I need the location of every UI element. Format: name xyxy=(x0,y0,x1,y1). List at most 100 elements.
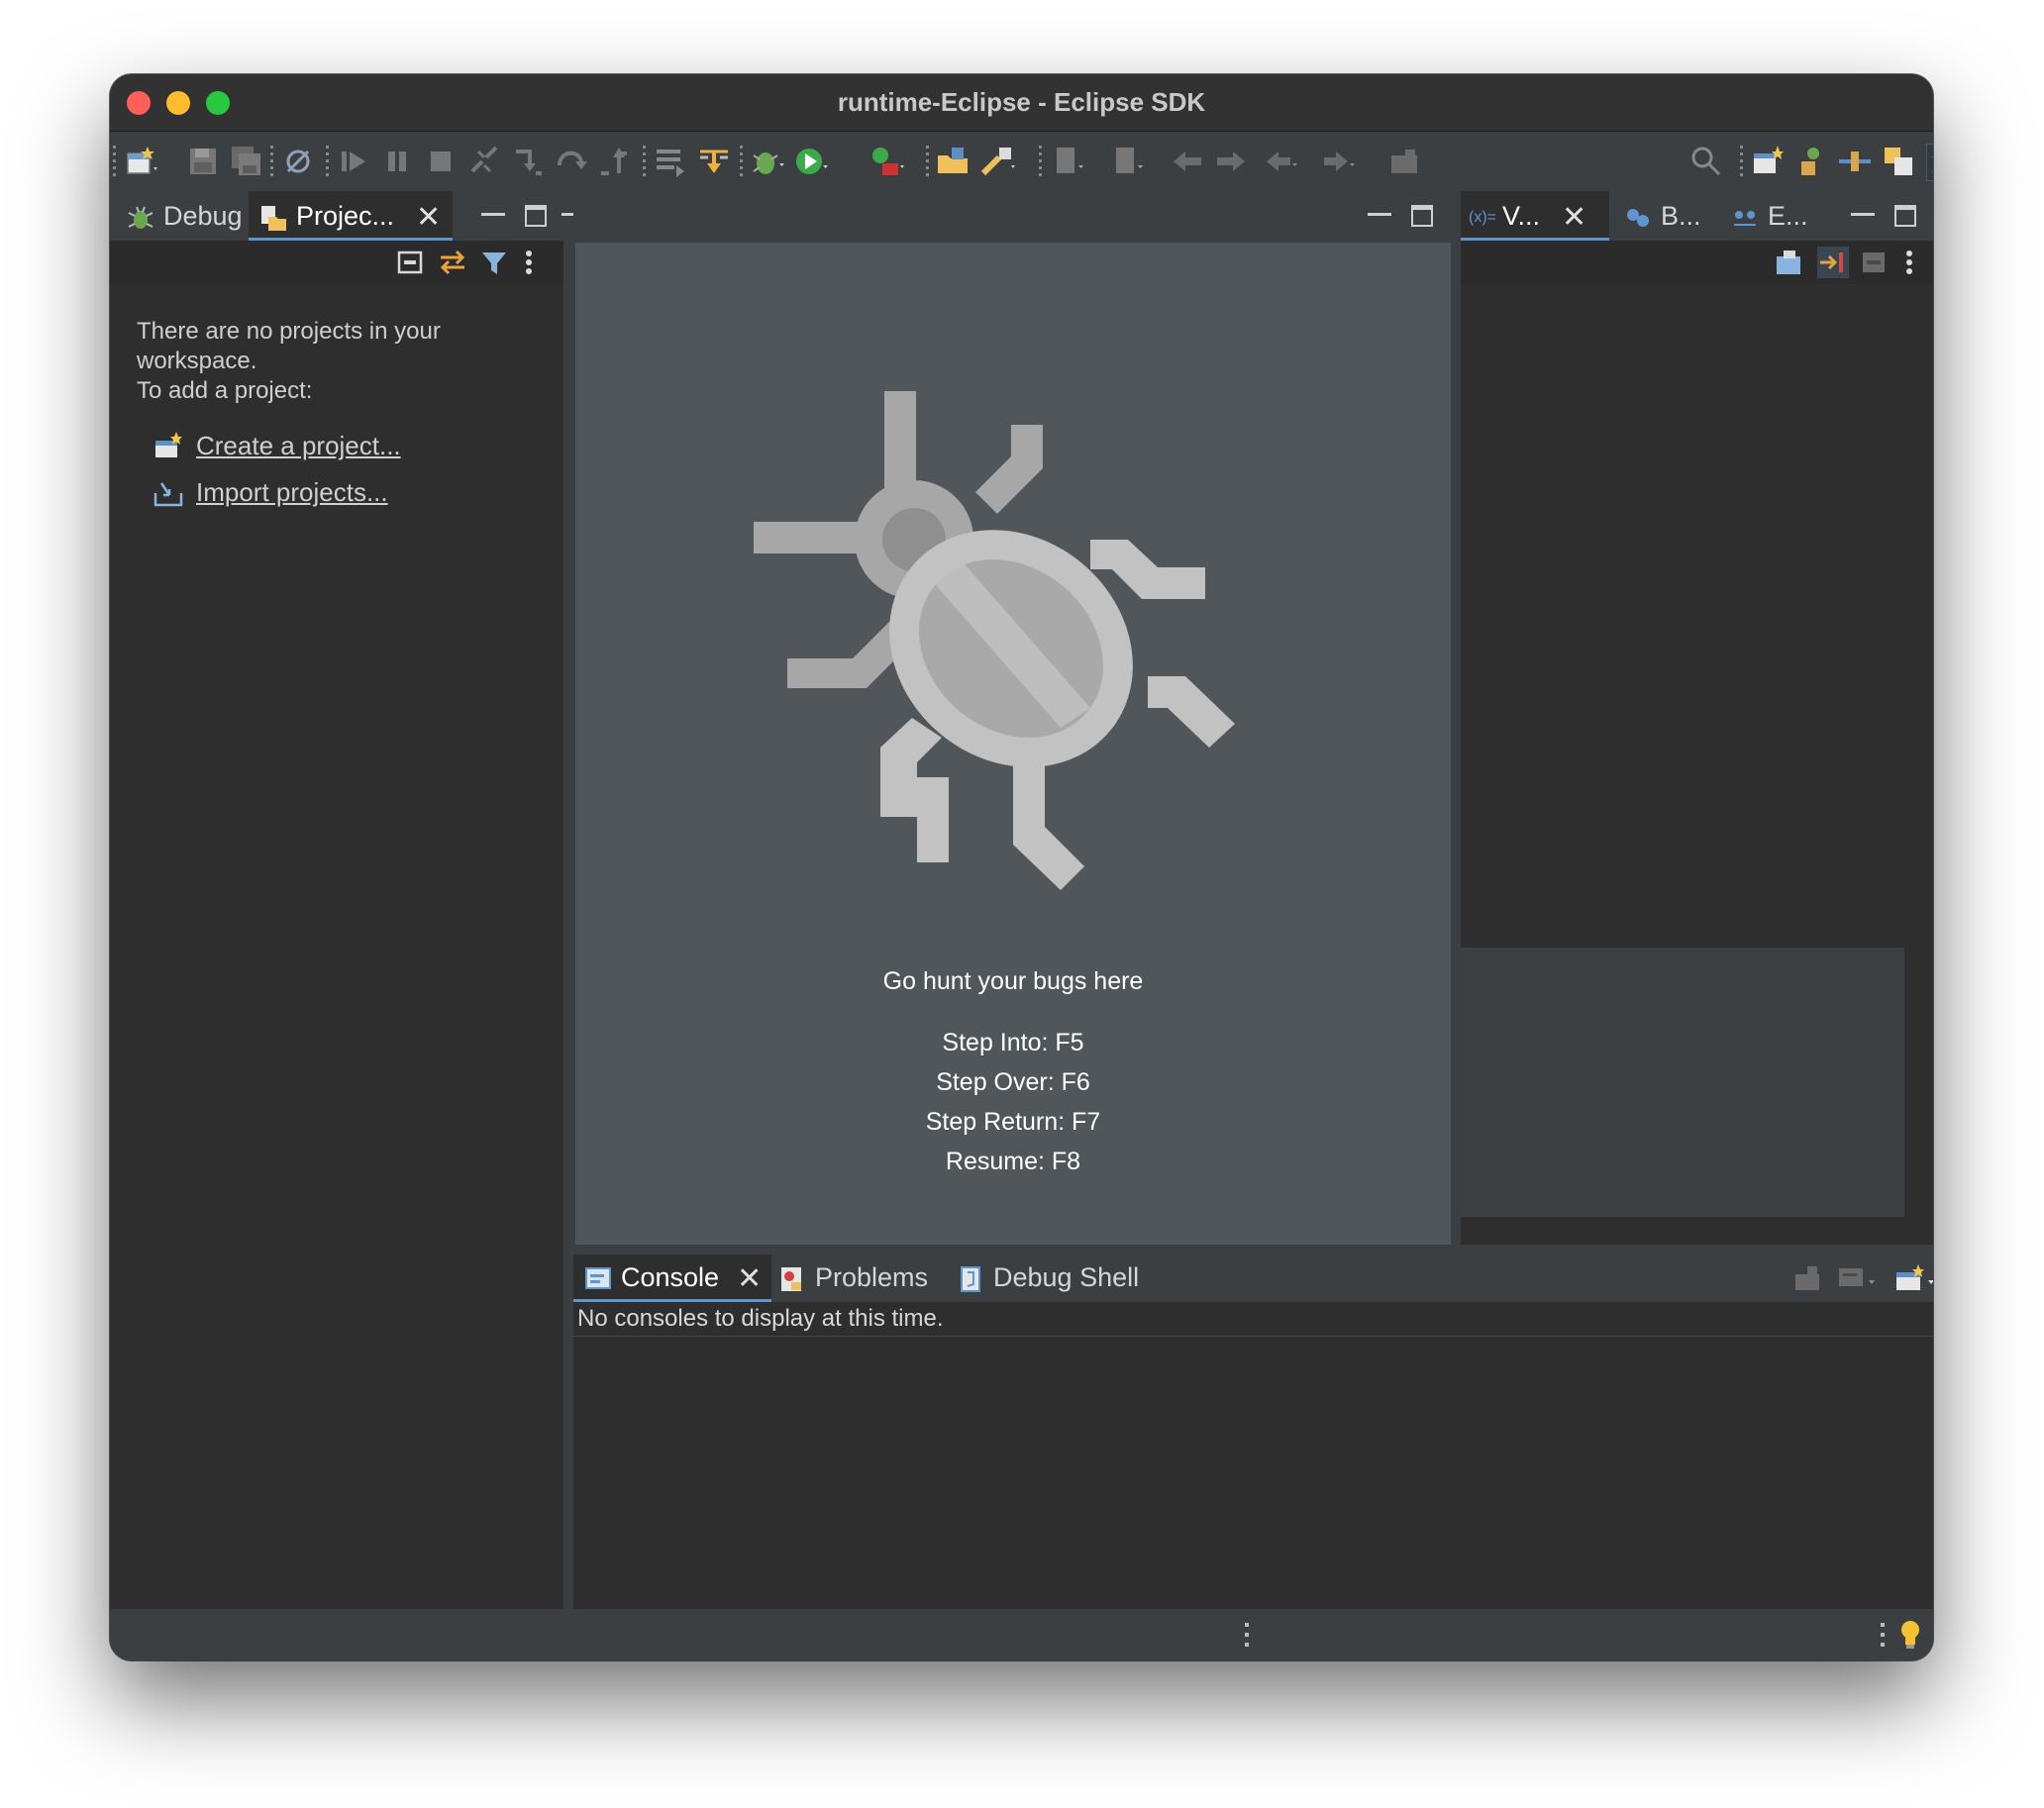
view-menu-icon[interactable] xyxy=(1902,247,1916,278)
toolbar-grip xyxy=(113,146,116,177)
tab-console[interactable]: Console ✕ xyxy=(573,1255,772,1302)
variable-details-pane xyxy=(1461,948,1904,1217)
open-task-icon[interactable] xyxy=(979,144,1015,179)
tab-expressions[interactable]: E... xyxy=(1724,191,1814,241)
right-panel-tabbar: (x)= V... ✕ B... E... xyxy=(1461,191,1933,241)
java-perspective-icon[interactable] xyxy=(1881,144,1916,179)
save-icon[interactable] xyxy=(185,144,221,179)
message-line: To add a project: xyxy=(137,377,313,404)
forward-edit-location-icon[interactable] xyxy=(1213,144,1249,179)
collapse-all-icon[interactable] xyxy=(1817,247,1849,278)
tab-variables[interactable]: (x)= V... ✕ xyxy=(1461,191,1609,241)
new-wizard-icon[interactable] xyxy=(124,144,159,179)
drop-to-frame-icon[interactable] xyxy=(653,144,688,179)
back-icon[interactable] xyxy=(1263,144,1298,179)
view-menu-icon[interactable] xyxy=(522,247,536,278)
status-grip-icon[interactable] xyxy=(1243,1623,1251,1649)
tab-label: Console xyxy=(621,1262,720,1292)
debug-shell-icon xyxy=(961,1265,980,1292)
shortcut-step-into: Step Into: F5 xyxy=(942,1029,1084,1056)
maximize-editor-button[interactable] xyxy=(1411,205,1433,227)
tab-label: B... xyxy=(1661,201,1701,231)
details-scrollbar[interactable] xyxy=(1904,948,1933,1217)
open-type-icon[interactable] xyxy=(936,144,971,179)
display-console-icon[interactable] xyxy=(1835,1262,1881,1294)
suspend-icon[interactable] xyxy=(379,144,415,179)
empty-workspace-message: There are no projects in your workspace.… xyxy=(137,317,533,406)
minimize-editor-button[interactable] xyxy=(1368,205,1391,216)
console-content: No consoles to display at this time. xyxy=(573,1302,1933,1609)
main-toolbar xyxy=(110,132,1933,191)
external-tools-icon[interactable] xyxy=(869,144,904,179)
minimize-panel-button[interactable] xyxy=(1851,205,1875,216)
step-into-icon[interactable] xyxy=(510,144,546,179)
debug-perspective-icon[interactable] xyxy=(1926,144,1933,181)
show-type-names-icon[interactable] xyxy=(1774,247,1805,278)
step-return-icon[interactable] xyxy=(597,144,633,179)
console-message: No consoles to display at this time. xyxy=(573,1302,1933,1337)
tab-debug-shell[interactable]: Debug Shell xyxy=(950,1255,1145,1302)
project-explorer-content: There are no projects in your workspace.… xyxy=(110,284,563,1609)
tab-project-explorer[interactable]: Projec... ✕ xyxy=(249,191,453,241)
tab-breakpoints[interactable]: B... xyxy=(1617,191,1707,241)
close-tab-icon[interactable]: ✕ xyxy=(737,1256,762,1302)
tab-debug[interactable]: Debug xyxy=(120,191,249,241)
bug-illustration-icon xyxy=(754,391,1235,890)
maximize-panel-button[interactable] xyxy=(1894,205,1916,227)
left-panel: Debug Projec... ✕ There are no projects … xyxy=(110,191,563,1609)
debug-icon[interactable] xyxy=(750,144,785,179)
save-all-icon[interactable] xyxy=(229,144,264,179)
editor-headline: Go hunt your bugs here xyxy=(882,967,1144,995)
filter-icon[interactable] xyxy=(478,247,510,278)
console-panel: Console ✕ Problems Debug Shell No consol… xyxy=(573,1255,1933,1609)
skip-breakpoints-icon[interactable] xyxy=(280,144,316,179)
breakpoints-icon xyxy=(1627,208,1649,227)
remove-all-icon[interactable] xyxy=(1859,247,1891,278)
toolbar-separator xyxy=(1039,146,1042,177)
eclipse-window: runtime-Eclipse - Eclipse SDK Debug Proj… xyxy=(110,74,1933,1660)
close-tab-icon[interactable]: ✕ xyxy=(1562,193,1586,243)
next-annotation-icon[interactable] xyxy=(1051,144,1086,179)
maximize-panel-button[interactable] xyxy=(525,205,547,227)
toolbar-separator xyxy=(740,146,743,177)
search-icon[interactable] xyxy=(1688,144,1724,179)
git-perspective-icon[interactable] xyxy=(1793,144,1829,179)
collapse-all-icon[interactable] xyxy=(395,247,427,278)
use-step-filters-icon[interactable] xyxy=(696,144,732,179)
toolbar-separator xyxy=(926,146,929,177)
status-bar xyxy=(110,1609,1933,1660)
console-tabbar: Console ✕ Problems Debug Shell xyxy=(573,1255,1933,1302)
toolbar-separator xyxy=(326,146,329,177)
message-line: There are no projects in your xyxy=(137,318,441,345)
left-panel-view-toolbar xyxy=(110,241,563,284)
tip-lightbulb-icon[interactable] xyxy=(1898,1619,1922,1651)
shortcut-step-over: Step Over: F6 xyxy=(936,1068,1090,1096)
disconnect-icon[interactable] xyxy=(466,144,502,179)
toolbar-separator xyxy=(1740,146,1743,177)
resume-icon[interactable] xyxy=(336,144,371,179)
open-perspective-icon[interactable] xyxy=(1750,144,1786,179)
terminate-icon[interactable] xyxy=(423,144,459,179)
tab-problems[interactable]: Problems xyxy=(771,1255,934,1302)
status-grip-icon[interactable] xyxy=(1879,1623,1887,1649)
create-project-link[interactable]: Create a project... xyxy=(196,431,401,461)
pin-editor-icon[interactable] xyxy=(1387,144,1423,179)
new-project-icon xyxy=(155,432,182,457)
link-with-editor-icon[interactable] xyxy=(437,247,468,278)
minimize-panel-button[interactable] xyxy=(481,205,505,216)
import-projects-link[interactable]: Import projects... xyxy=(196,477,388,508)
tab-label: Problems xyxy=(815,1262,929,1292)
run-icon[interactable] xyxy=(793,144,829,179)
details-hscrollbar[interactable] xyxy=(1461,1217,1933,1245)
variables-tree xyxy=(1461,284,1933,948)
step-over-icon[interactable] xyxy=(554,144,589,179)
pin-console-icon[interactable] xyxy=(1791,1262,1823,1294)
team-sync-icon[interactable] xyxy=(1837,144,1873,179)
close-tab-icon[interactable]: ✕ xyxy=(416,193,441,243)
last-edit-location-icon[interactable] xyxy=(1170,144,1205,179)
debug-bug-icon xyxy=(128,206,153,229)
forward-icon[interactable] xyxy=(1320,144,1356,179)
previous-annotation-icon[interactable] xyxy=(1110,144,1146,179)
tab-label: V... xyxy=(1502,201,1541,231)
open-console-icon[interactable] xyxy=(1894,1262,1933,1294)
